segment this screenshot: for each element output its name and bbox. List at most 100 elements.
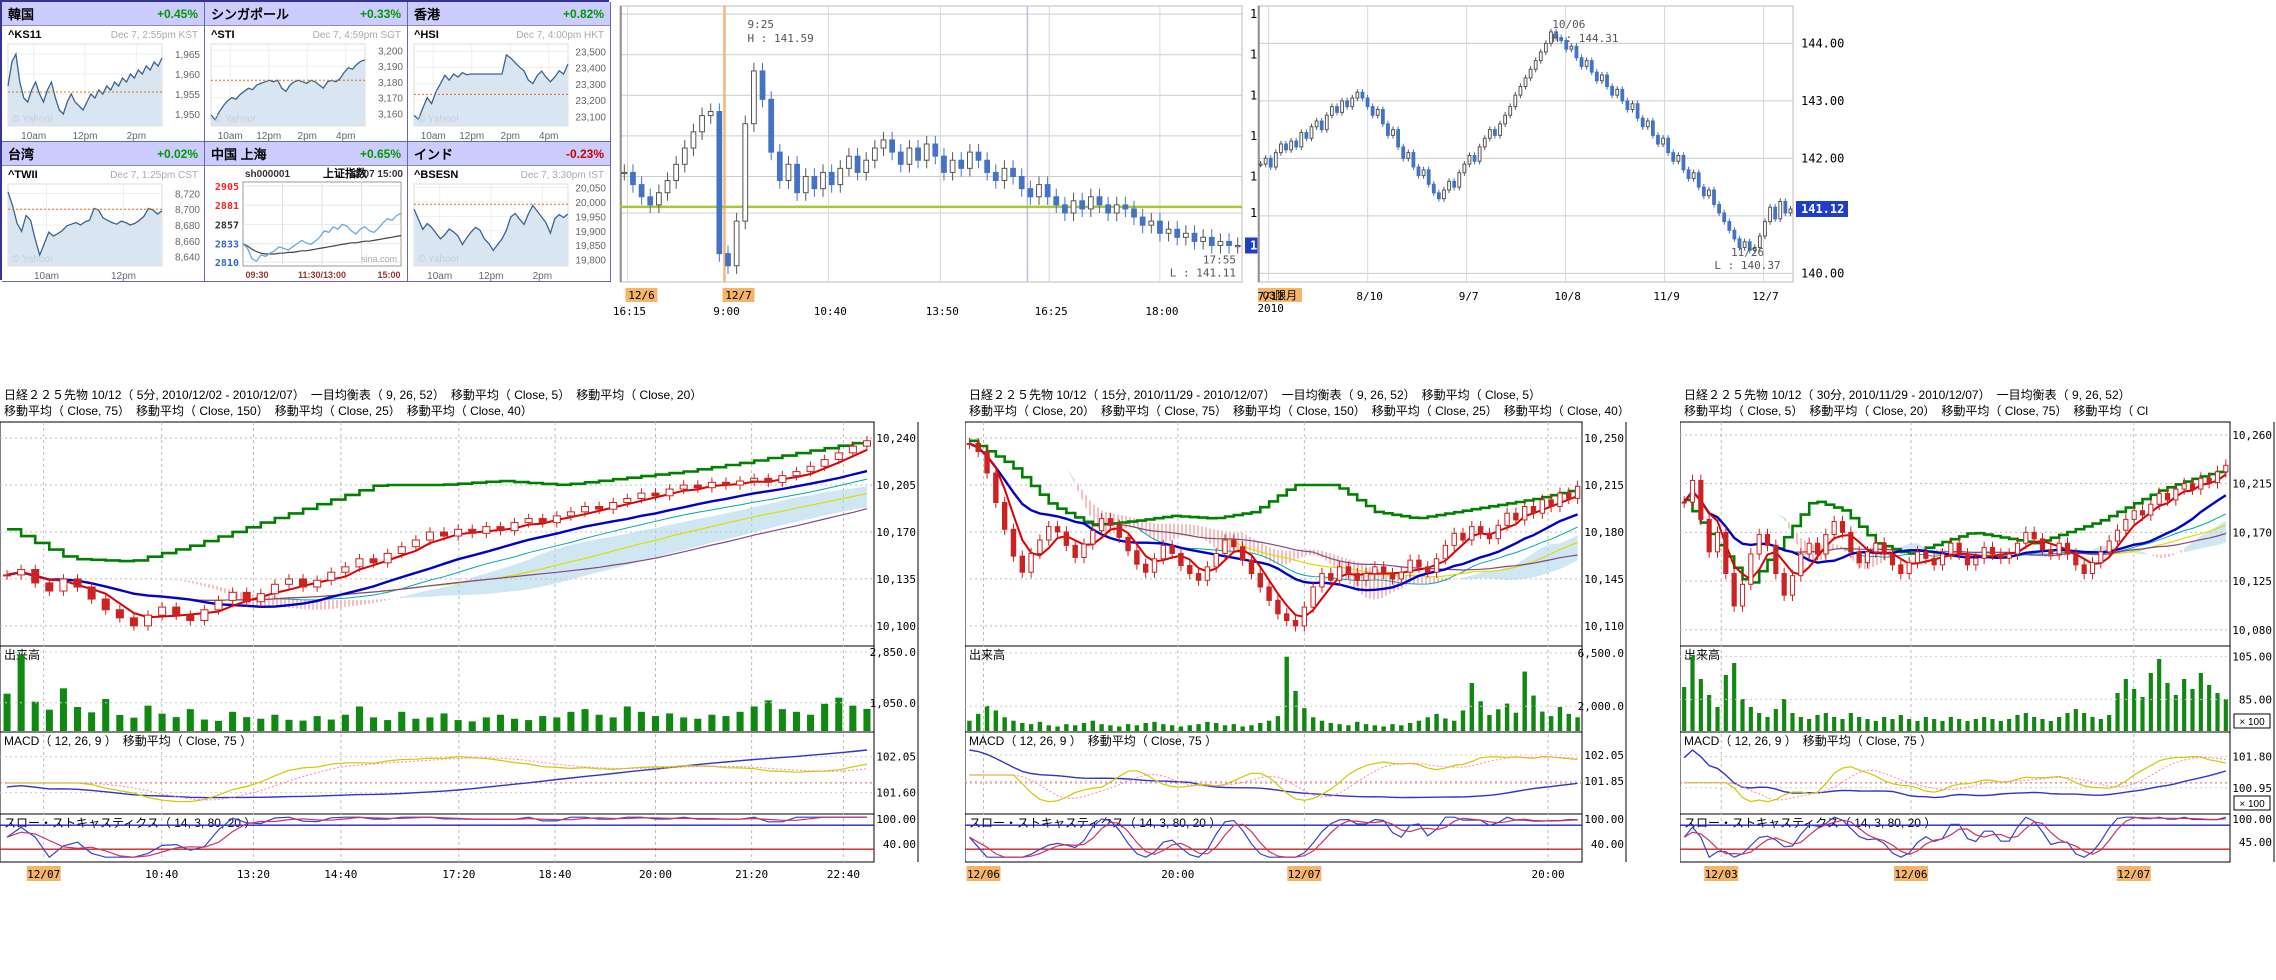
svg-text:^TWII: ^TWII [8,169,38,181]
svg-text:21:20: 21:20 [735,868,768,881]
svg-text:1,965: 1,965 [175,50,200,61]
svg-text:10,180: 10,180 [1584,526,1624,539]
svg-text:101.80: 101.80 [2232,751,2272,764]
svg-text:3,200: 3,200 [378,46,403,57]
svg-text:12pm: 12pm [256,131,281,141]
svg-text:12/03: 12/03 [1705,868,1738,881]
svg-text:16:15: 16:15 [613,305,646,318]
svg-text:移動平均（ Close, 20） 移動平均（ Close,: 移動平均（ Close, 20） 移動平均（ Close, 75） 移動平均（ … [969,404,1628,418]
svg-text:101.85: 101.85 [1584,775,1624,788]
svg-text:8/10: 8/10 [1356,290,1383,303]
svg-text:100.00: 100.00 [2232,813,2272,826]
svg-text:日経２２５先物 10/12（ 15分, 2010/11/29: 日経２２５先物 10/12（ 15分, 2010/11/29 - 2010/12… [969,388,1541,402]
market-change: +0.65% [360,147,401,161]
svg-text:1,050.0: 1,050.0 [870,697,916,710]
market-panel-^KS11[interactable]: 韓国+0.45%^KS11Dec 7, 2:55pm KST© Yahoo!1,… [2,2,205,142]
market-panel-header: 中国 上海 +0.65% [205,142,407,166]
svg-text:8,720: 8,720 [175,189,200,200]
svg-text:Dec 7, 3:30pm IST: Dec 7, 3:30pm IST [521,170,604,181]
svg-text:8,640: 8,640 [175,253,200,264]
market-panel-^BSESN[interactable]: インド-0.23%^BSESNDec 7, 3:30pm IST© Yahoo!… [408,142,611,282]
svg-text:移動平均（ Close, 5） 移動平均（ Close, 2: 移動平均（ Close, 5） 移動平均（ Close, 20） 移動平均（ C… [1684,404,2148,418]
svg-text:1,955: 1,955 [175,90,200,101]
svg-text:^STI: ^STI [211,29,235,41]
svg-text:19,850: 19,850 [575,241,606,252]
svg-text:19,800: 19,800 [575,256,606,267]
intraday-candle-chart: 9:25H : 141.5917:55L : 141.11141.69141.5… [612,0,1318,330]
nikkei-5min-chart: 日経２２５先物 10/12（ 5分, 2010/12/02 - 2010/12/… [0,386,920,898]
svg-text:Dec 7, 2:55pm KST: Dec 7, 2:55pm KST [111,30,198,41]
market-panel-header: インド-0.23% [408,142,610,166]
svg-text:10,135: 10,135 [876,573,916,586]
svg-text:出来高: 出来高 [969,647,1005,662]
svg-text:× 100: × 100 [2239,799,2265,810]
market-change: +0.82% [563,7,604,21]
svg-text:9:25: 9:25 [748,18,775,31]
market-name: 香港 [414,4,440,23]
market-name: 中国 上海 [211,144,267,163]
svg-text:143.00: 143.00 [1801,94,1844,108]
svg-text:10,205: 10,205 [876,479,916,492]
svg-text:2881: 2881 [215,201,239,212]
svg-text:3,190: 3,190 [378,62,403,73]
market-sparkline: ^HSIDec 7, 4:00pm HKT© Yahoo!23,50023,40… [408,26,610,141]
svg-text:17:55: 17:55 [1203,253,1236,266]
svg-text:2pm: 2pm [298,131,317,141]
svg-text:15:00: 15:00 [377,270,400,280]
svg-text:100.00: 100.00 [1584,813,1624,826]
svg-text:8,660: 8,660 [175,237,200,248]
svg-text:L : 140.37: L : 140.37 [1714,259,1780,272]
svg-text:16:25: 16:25 [1035,305,1068,318]
svg-text:2pm: 2pm [127,131,146,141]
svg-text:10,260: 10,260 [2232,429,2272,442]
svg-text:× 100: × 100 [2239,717,2265,728]
svg-text:12pm: 12pm [459,131,484,141]
market-sparkline: ^STIDec 7, 4:59pm SGT© Yahoo!3,2003,1903… [205,26,407,141]
svg-text:100.95: 100.95 [2232,782,2272,795]
svg-text:© Yahoo!: © Yahoo! [418,114,459,125]
market-panel-sh000001[interactable]: 中国 上海+0.65%sh000001上证指数12-07 15:00290528… [205,142,408,282]
market-panel-^STI[interactable]: シンガポール+0.33%^STIDec 7, 4:59pm SGT© Yahoo… [205,2,408,142]
svg-text:10,145: 10,145 [1584,573,1624,586]
market-panel-header: シンガポール+0.33% [205,2,407,26]
svg-text:スロー・ストキャスティクス（ 14, 3, 80, 20 ）: スロー・ストキャスティクス（ 14, 3, 80, 20 ） [969,816,1221,830]
svg-text:^HSI: ^HSI [414,29,439,41]
svg-text:10,125: 10,125 [2232,575,2272,588]
svg-text:12/6: 12/6 [628,289,655,302]
market-name: インド [414,144,453,163]
svg-text:10/8: 10/8 [1554,290,1581,303]
market-panel-^HSI[interactable]: 香港 +0.82% ^HSIDec 7, 4:00pm HKT© Yahoo!23,… [408,2,611,142]
svg-text:10,110: 10,110 [1584,620,1624,633]
svg-text:17:20: 17:20 [442,868,475,881]
svg-text:Dec 7, 4:59pm SGT: Dec 7, 4:59pm SGT [313,30,401,41]
daily-canvas: 10/06H : 144.3111/26L : 140.37144.00143.… [1250,0,1875,330]
svg-text:10,240: 10,240 [876,432,916,445]
asian-markets-grid: 韓国+0.45%^KS11Dec 7, 2:55pm KST© Yahoo!1,… [0,0,609,280]
svg-text:3,180: 3,180 [378,78,403,89]
svg-text:140.00: 140.00 [1801,266,1844,280]
market-change: +0.45% [157,7,198,21]
nikkei-30min-chart: 日経２２５先物 10/12（ 30分, 2010/11/29 - 2010/12… [1680,386,2276,898]
svg-text:3,170: 3,170 [378,94,403,105]
svg-text:8,680: 8,680 [175,221,200,232]
svg-text:85.00: 85.00 [2239,693,2272,706]
svg-text:10,170: 10,170 [2232,526,2272,539]
market-panel-^TWII[interactable]: 台湾+0.02%^TWIIDec 7, 1:25pm CST© Yahoo!8,… [2,142,205,282]
svg-text:20,000: 20,000 [575,198,606,209]
svg-text:10am: 10am [34,271,59,281]
market-sparkline: sh000001上证指数12-07 15:0029052881285728332… [205,166,407,281]
svg-text:14:40: 14:40 [324,868,357,881]
svg-text:10am: 10am [21,131,46,141]
svg-text:10:40: 10:40 [145,868,178,881]
svg-text:3,160: 3,160 [378,109,403,120]
svg-text:22:40: 22:40 [827,868,860,881]
svg-text:2905: 2905 [215,182,239,193]
svg-text:12/06: 12/06 [1894,868,1927,881]
svg-text:20:00: 20:00 [1532,868,1565,881]
svg-text:101.60: 101.60 [876,787,916,800]
svg-text:12/07: 12/07 [2117,868,2150,881]
svg-text:10,170: 10,170 [876,526,916,539]
futures15min-canvas: 日経２２５先物 10/12（ 15分, 2010/11/29 - 2010/12… [965,386,1628,898]
market-change: +0.33% [360,7,401,21]
svg-text:23,300: 23,300 [575,80,606,91]
